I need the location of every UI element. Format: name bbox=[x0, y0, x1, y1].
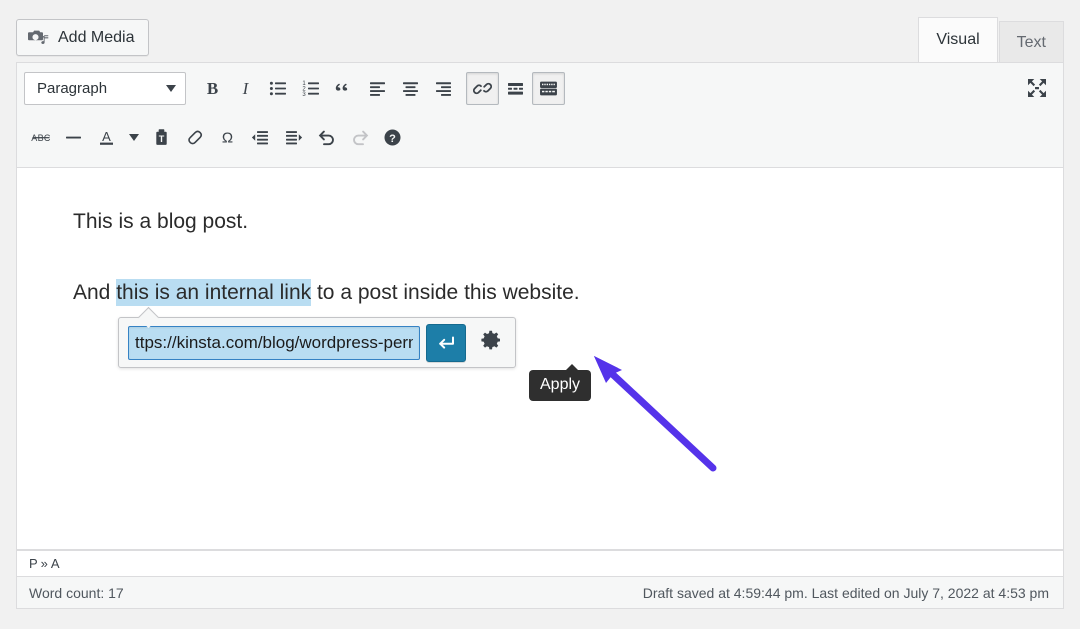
paragraph-2-prefix: And bbox=[73, 281, 116, 304]
redo-arrow-icon bbox=[350, 127, 370, 147]
bold-button[interactable]: B bbox=[196, 72, 229, 105]
svg-text:?: ? bbox=[389, 133, 396, 145]
link-url-input[interactable] bbox=[128, 326, 420, 360]
text-color-button[interactable]: A bbox=[90, 121, 123, 154]
clipboard-text-icon: T bbox=[152, 128, 171, 147]
editor-mode-tabs: Visual Text bbox=[918, 0, 1064, 62]
redo-button[interactable] bbox=[343, 121, 376, 154]
selected-link-text[interactable]: this is an internal link bbox=[116, 279, 311, 306]
undo-button[interactable] bbox=[310, 121, 343, 154]
chevron-down-icon bbox=[166, 85, 176, 92]
paste-as-text-button[interactable]: T bbox=[145, 121, 178, 154]
svg-text:A: A bbox=[102, 129, 111, 144]
indent-icon bbox=[284, 128, 303, 147]
outdent-icon bbox=[251, 128, 270, 147]
path-crumb-a[interactable]: A bbox=[51, 556, 60, 571]
svg-text:Ω: Ω bbox=[222, 129, 233, 146]
gear-icon bbox=[479, 328, 503, 357]
toolbar-toggle-button[interactable] bbox=[532, 72, 565, 105]
add-media-label: Add Media bbox=[58, 29, 135, 47]
fullscreen-expand-icon bbox=[1026, 77, 1048, 99]
read-more-button[interactable] bbox=[499, 72, 532, 105]
editor-toolbar: Paragraph B I bbox=[16, 62, 1064, 168]
horizontal-rule-icon bbox=[64, 128, 83, 147]
italic-icon: I bbox=[236, 79, 255, 98]
paragraph-2: And this is an internal link to a post i… bbox=[73, 276, 580, 310]
strikethrough-button[interactable]: ABC bbox=[24, 121, 57, 154]
numbered-list-button[interactable]: 1 2 3 bbox=[295, 72, 328, 105]
editor-status-bar: Word count: 17 Draft saved at 4:59:44 pm… bbox=[16, 577, 1064, 609]
paragraph-1: This is a blog post. bbox=[73, 205, 248, 239]
numbered-list-icon: 1 2 3 bbox=[302, 79, 321, 98]
clear-formatting-button[interactable] bbox=[178, 121, 211, 154]
bulleted-list-icon bbox=[269, 79, 288, 98]
link-options-button[interactable] bbox=[475, 327, 507, 359]
italic-button[interactable]: I bbox=[229, 72, 262, 105]
help-button[interactable]: ? bbox=[376, 121, 409, 154]
format-select-value: Paragraph bbox=[37, 80, 107, 97]
text-color-a-icon: A bbox=[97, 128, 116, 147]
tab-visual[interactable]: Visual bbox=[918, 17, 997, 62]
tab-text[interactable]: Text bbox=[999, 21, 1064, 64]
align-center-icon bbox=[401, 79, 420, 98]
svg-text:I: I bbox=[242, 79, 250, 98]
svg-text:3: 3 bbox=[302, 92, 306, 98]
word-count-label: Word count: 17 bbox=[29, 585, 124, 601]
tab-visual-label: Visual bbox=[936, 31, 979, 49]
align-right-icon bbox=[434, 79, 453, 98]
autosave-status-label: Draft saved at 4:59:44 pm. Last edited o… bbox=[643, 585, 1049, 601]
svg-text:T: T bbox=[159, 134, 165, 144]
format-select[interactable]: Paragraph bbox=[24, 72, 186, 105]
special-character-button[interactable]: Ω bbox=[211, 121, 244, 154]
tab-text-label: Text bbox=[1017, 34, 1046, 52]
horizontal-line-button[interactable] bbox=[57, 121, 90, 154]
element-path-bar: P » A bbox=[16, 550, 1064, 577]
insert-link-button[interactable] bbox=[466, 72, 499, 105]
path-separator: » bbox=[41, 556, 48, 571]
apply-link-button[interactable] bbox=[426, 324, 466, 362]
fullscreen-button[interactable] bbox=[1020, 71, 1053, 104]
quote-icon bbox=[335, 79, 354, 98]
add-media-button[interactable]: Add Media bbox=[16, 19, 149, 56]
editor-top-bar: Add Media Visual Text bbox=[0, 0, 1080, 66]
undo-arrow-icon bbox=[317, 127, 337, 147]
question-mark-circle-icon: ? bbox=[383, 128, 402, 147]
omega-icon: Ω bbox=[218, 128, 237, 147]
outdent-button[interactable] bbox=[244, 121, 277, 154]
read-more-icon bbox=[506, 79, 525, 98]
align-left-button[interactable] bbox=[361, 72, 394, 105]
svg-text:B: B bbox=[207, 79, 218, 98]
align-right-button[interactable] bbox=[427, 72, 460, 105]
link-insert-popup bbox=[118, 317, 516, 368]
chevron-down-icon bbox=[129, 134, 139, 141]
link-icon bbox=[473, 79, 492, 98]
eraser-icon bbox=[185, 128, 204, 147]
text-color-dropdown[interactable] bbox=[123, 121, 145, 154]
path-crumb-p[interactable]: P bbox=[29, 556, 38, 571]
wordpress-classic-editor: Add Media Visual Text Paragraph B bbox=[0, 0, 1080, 629]
bold-icon: B bbox=[203, 79, 222, 98]
enter-return-arrow-icon bbox=[435, 332, 457, 354]
align-left-icon bbox=[368, 79, 387, 98]
paragraph-2-suffix: to a post inside this website. bbox=[311, 281, 579, 304]
align-center-button[interactable] bbox=[394, 72, 427, 105]
toolbar-row-secondary: ABC A bbox=[17, 113, 1063, 161]
keyboard-toolbar-icon bbox=[539, 79, 558, 98]
strikethrough-abc-icon: ABC bbox=[30, 128, 52, 147]
camera-music-icon bbox=[28, 29, 49, 47]
apply-tooltip: Apply bbox=[529, 370, 591, 401]
bulleted-list-button[interactable] bbox=[262, 72, 295, 105]
toolbar-row-primary: Paragraph B I bbox=[17, 63, 1063, 113]
blockquote-button[interactable] bbox=[328, 72, 361, 105]
indent-button[interactable] bbox=[277, 121, 310, 154]
